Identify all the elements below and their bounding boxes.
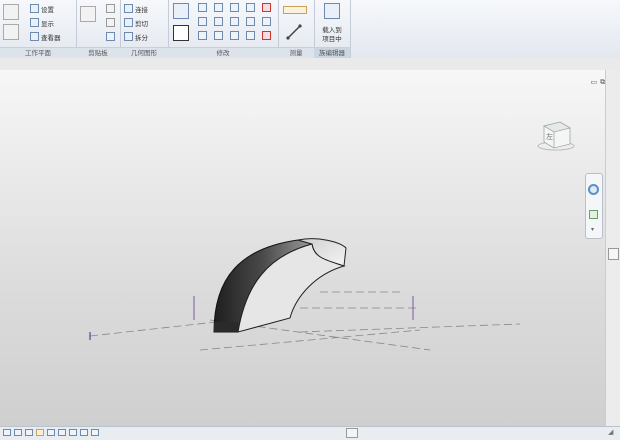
steering-wheel-icon[interactable]	[588, 184, 599, 195]
viewcube-face-label: 左	[546, 133, 553, 141]
scale-icon[interactable]	[230, 31, 239, 40]
move-icon[interactable]	[173, 25, 189, 41]
panel-label-clipboard: 剪贴板	[76, 47, 120, 58]
viewer-label: 查看器	[41, 33, 61, 42]
horizontal-scrollbar-thumb[interactable]	[346, 428, 358, 438]
split-icon	[124, 32, 133, 41]
zoom-icon[interactable]	[589, 210, 598, 219]
split-element-icon[interactable]	[246, 3, 255, 12]
reference-plane-icon[interactable]	[3, 24, 19, 40]
split-button[interactable]: 拆分	[124, 31, 148, 42]
trim-icon[interactable]	[230, 3, 239, 12]
set-button[interactable]: 设置	[30, 3, 54, 14]
split-gap-icon[interactable]	[262, 17, 271, 26]
panel-label-work-plane: 工作平面	[0, 47, 76, 58]
reveal-hidden-icon[interactable]	[91, 429, 99, 436]
panel-label-measure: 测量	[278, 47, 314, 58]
join-button[interactable]: 连接	[124, 3, 148, 14]
panel-label-modify: 修改	[168, 47, 278, 58]
unpin-icon[interactable]	[246, 17, 255, 26]
ribbon: 设置 显示 查看器 工作平面 剪贴板 连接 剪切 拆分 几何图形 修改 测量 载…	[0, 0, 620, 59]
scrollbar-thumb[interactable]	[608, 248, 619, 260]
match-properties-icon[interactable]	[106, 32, 115, 41]
panel-modify: 修改	[168, 0, 279, 58]
show-button[interactable]: 显示	[30, 17, 54, 28]
model-canvas	[89, 238, 521, 351]
load-into-project-icon[interactable]	[324, 3, 340, 19]
copy-modify-icon[interactable]	[214, 31, 223, 40]
set-icon	[30, 4, 39, 13]
resize-corner-icon[interactable]: ◢	[608, 428, 613, 436]
show-crop-icon[interactable]	[69, 429, 77, 436]
paste-icon[interactable]	[80, 6, 96, 22]
panel-family-editor: 载入到 项目中 族编辑器	[314, 0, 351, 58]
vertical-scrollbar[interactable]	[605, 70, 620, 426]
copy-icon[interactable]	[106, 18, 115, 27]
cut-geometry-icon	[124, 18, 133, 27]
pin-icon[interactable]	[246, 31, 255, 40]
rotate-icon[interactable]	[214, 17, 223, 26]
trim-extend-icon[interactable]	[262, 3, 271, 12]
panel-measure: 测量	[278, 0, 315, 58]
mirror-draw-icon[interactable]	[214, 3, 223, 12]
join-label: 连接	[135, 5, 148, 14]
detail-level-icon[interactable]	[14, 429, 22, 436]
temp-hide-icon[interactable]	[80, 429, 88, 436]
reference-line	[199, 329, 421, 351]
array-icon[interactable]	[230, 17, 239, 26]
3d-viewport[interactable]: 左	[0, 70, 606, 426]
show-icon	[30, 18, 39, 27]
crop-view-icon[interactable]	[58, 429, 66, 436]
measure-between-icon[interactable]	[283, 6, 307, 14]
panel-clipboard: 剪贴板	[76, 0, 121, 58]
visual-style-icon[interactable]	[25, 429, 33, 436]
cut-icon[interactable]	[106, 4, 115, 13]
viewer-button[interactable]: 查看器	[30, 31, 61, 42]
navigation-bar: ▾	[585, 173, 603, 239]
arch-foot	[214, 322, 238, 332]
panel-geometry: 连接 剪切 拆分 几何图形	[120, 0, 169, 58]
show-label: 显示	[41, 19, 54, 28]
load-into-project-label-line2[interactable]: 项目中	[314, 33, 350, 43]
set-label: 设置	[41, 5, 54, 14]
viewer-icon	[30, 32, 39, 41]
nav-dropdown-icon[interactable]: ▾	[591, 226, 594, 233]
join-icon	[124, 4, 133, 13]
cut-geometry-button[interactable]: 剪切	[124, 17, 148, 28]
shadows-icon[interactable]	[47, 429, 55, 436]
scale-icon[interactable]	[3, 429, 11, 436]
split-label: 拆分	[135, 33, 148, 42]
delete-icon[interactable]	[262, 31, 271, 40]
cut-geometry-label: 剪切	[135, 19, 148, 28]
mirror-axis-icon[interactable]	[198, 31, 207, 40]
aligned-dimension-icon[interactable]	[286, 24, 302, 40]
modify-icon[interactable]	[173, 3, 189, 19]
align-icon[interactable]	[198, 3, 207, 12]
sun-path-icon[interactable]	[36, 429, 44, 436]
offset-icon[interactable]	[198, 17, 207, 26]
workplane-icon[interactable]	[3, 4, 19, 20]
panel-label-family-editor: 族编辑器	[314, 47, 350, 58]
panel-work-plane: 设置 显示 查看器 工作平面	[0, 0, 77, 58]
panel-label-geometry: 几何图形	[120, 47, 168, 58]
minimize-icon[interactable]: ▭	[591, 78, 598, 87]
viewcube[interactable]: 左	[536, 118, 576, 152]
